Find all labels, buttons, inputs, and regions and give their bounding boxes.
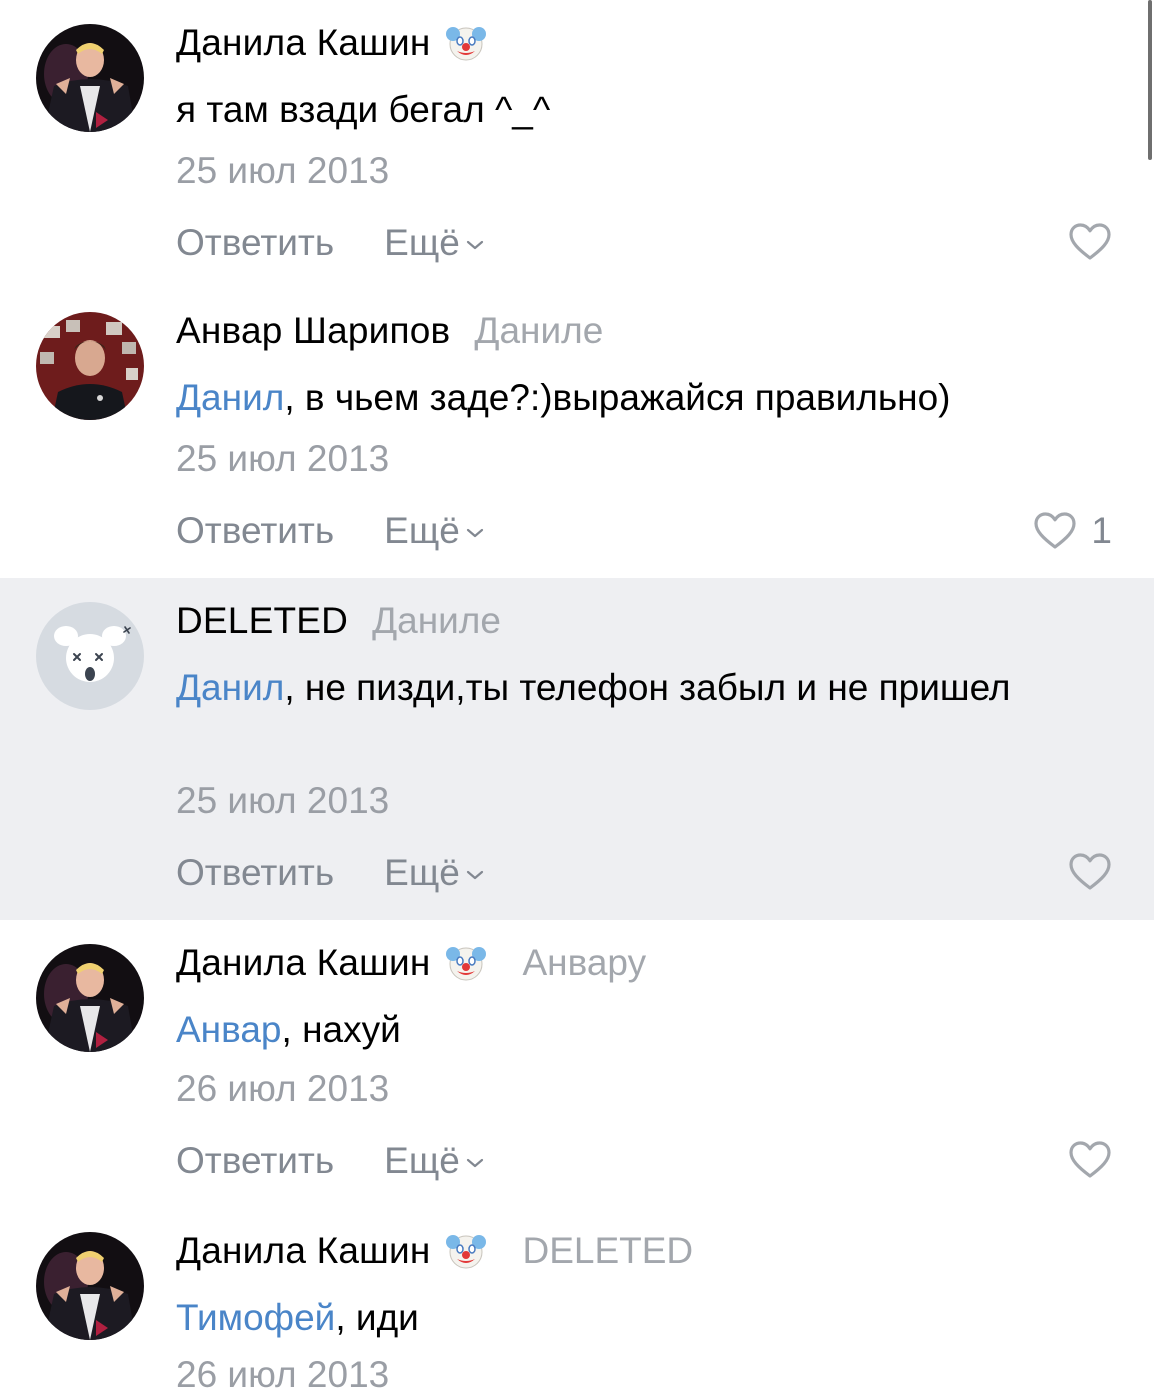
like-count: 1	[1091, 510, 1112, 551]
reply-to-label[interactable]: DELETED	[523, 1230, 694, 1272]
comment-text: , не пизди,ты телефон забыл и не пришел	[284, 667, 1011, 708]
author-name[interactable]: Анвар Шарипов	[176, 310, 450, 352]
chevron-down-icon	[466, 1159, 483, 1168]
comment-text: , иди	[335, 1297, 419, 1338]
reply-to-label[interactable]: Анвару	[523, 942, 647, 984]
heart-icon	[1069, 1141, 1111, 1178]
comment-item: Анвар Шарипов Даниле Данил, в чьем заде?…	[0, 288, 1154, 578]
chevron-down-icon	[466, 871, 483, 880]
heart-icon	[1034, 512, 1077, 549]
author-name[interactable]: Данила Кашин	[176, 22, 431, 64]
avatar[interactable]	[36, 944, 144, 1052]
comment-text: я там взади бегал ^_^	[176, 89, 551, 130]
more-button[interactable]: Ещё	[384, 852, 484, 893]
clown-emoji-icon	[445, 1230, 487, 1272]
mention-link[interactable]: Данил	[176, 377, 284, 418]
comment-date[interactable]: 25 июл 2013	[176, 438, 389, 480]
like-button[interactable]: 1	[1033, 510, 1112, 552]
comment-item: Данила Кашин DELETED Тимофей, иди 26 июл…	[0, 1208, 1154, 1396]
like-button[interactable]	[1068, 852, 1112, 892]
comment-date[interactable]: 26 июл 2013	[176, 1354, 389, 1396]
like-button[interactable]	[1068, 222, 1112, 262]
comment-item: Данила Кашин я там взади бегал ^_^ 25 ию…	[0, 0, 1154, 288]
chevron-down-icon	[466, 529, 483, 538]
mention-link[interactable]: Анвар	[176, 1009, 282, 1050]
reply-button[interactable]: Ответить	[176, 510, 334, 551]
comment-text: , нахуй	[281, 1009, 401, 1050]
comment-item: DELETED Даниле Данил, не пизди,ты телефо…	[0, 578, 1154, 920]
author-name[interactable]: DELETED	[176, 600, 348, 642]
more-button[interactable]: Ещё	[384, 510, 484, 551]
author-name[interactable]: Данила Кашин	[176, 1230, 431, 1272]
avatar[interactable]	[36, 24, 144, 132]
more-label: Ещё	[384, 510, 460, 551]
comment-date[interactable]: 25 июл 2013	[176, 780, 389, 822]
mention-link[interactable]: Тимофей	[176, 1297, 335, 1338]
comment-date[interactable]: 25 июл 2013	[176, 150, 389, 192]
more-label: Ещё	[384, 852, 460, 893]
more-label: Ещё	[384, 222, 460, 263]
clown-emoji-icon	[445, 22, 487, 64]
reply-to-label[interactable]: Даниле	[372, 600, 501, 642]
heart-icon	[1069, 223, 1111, 260]
comment-text: , в чьем заде?:)выражайся правильно)	[284, 377, 951, 418]
more-label: Ещё	[384, 1140, 460, 1181]
author-name[interactable]: Данила Кашин	[176, 942, 431, 984]
like-button[interactable]	[1068, 1140, 1112, 1180]
reply-to-label[interactable]: Даниле	[474, 310, 603, 352]
comment-date[interactable]: 26 июл 2013	[176, 1068, 389, 1110]
deleted-avatar[interactable]	[36, 602, 144, 710]
more-button[interactable]: Ещё	[384, 222, 484, 263]
heart-icon	[1069, 853, 1111, 890]
avatar[interactable]	[36, 312, 144, 420]
chevron-down-icon	[466, 241, 483, 250]
avatar[interactable]	[36, 1232, 144, 1340]
clown-emoji-icon	[445, 942, 487, 984]
reply-button[interactable]: Ответить	[176, 852, 334, 893]
mention-link[interactable]: Данил	[176, 667, 284, 708]
more-button[interactable]: Ещё	[384, 1140, 484, 1181]
reply-button[interactable]: Ответить	[176, 222, 334, 263]
comment-item: Данила Кашин Анвару Анвар, нахуй 26 июл …	[0, 920, 1154, 1208]
reply-button[interactable]: Ответить	[176, 1140, 334, 1181]
